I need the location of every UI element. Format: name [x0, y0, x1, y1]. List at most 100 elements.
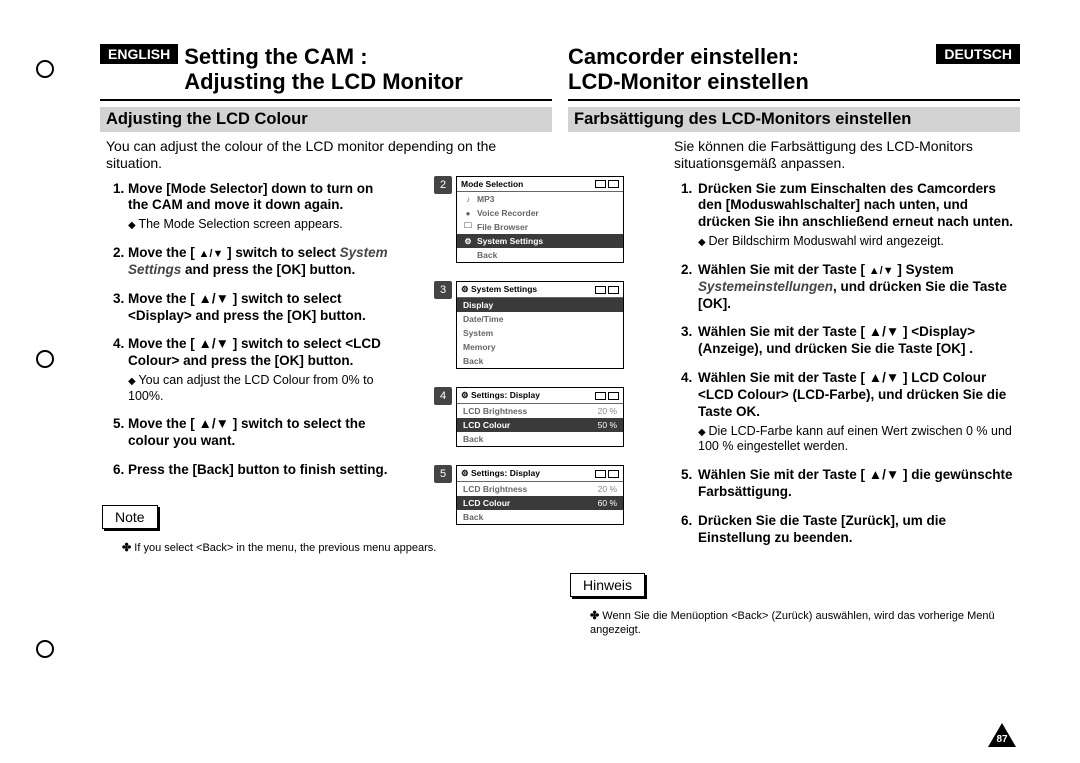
- page-number-badge: 87: [988, 723, 1016, 747]
- item-value: 20 %: [598, 406, 617, 416]
- menu-item: Memory: [457, 340, 623, 354]
- screen-title: Mode Selection: [461, 179, 523, 189]
- step-6-de: Drücken Sie die Taste [Zurück], um die E…: [696, 513, 1020, 547]
- item-value: 20 %: [598, 484, 617, 494]
- screenshot-2: 2Mode Selection♪MP3●Voice Recorder🗀File …: [456, 176, 624, 263]
- item-label: LCD Colour: [463, 498, 510, 508]
- manual-page: ENGLISH Setting the CAM : Adjusting the …: [0, 0, 1080, 763]
- item-label: Display: [463, 300, 493, 310]
- column-german: Camcorder einstellen: LCD-Monitor einste…: [560, 44, 1020, 637]
- step-5-de: Wählen Sie mit der Taste [ ▲/▼ ] die gew…: [696, 467, 1020, 501]
- menu-item: System: [457, 326, 623, 340]
- status-icons: [595, 470, 619, 478]
- menu-item: Back: [457, 248, 623, 262]
- lcd-screen: ⚙ Settings: DisplayLCD Brightness20 %LCD…: [456, 387, 624, 447]
- item-icon: 🗀: [463, 222, 473, 232]
- item-label: LCD Brightness: [463, 484, 527, 494]
- step-5: Move the [ ▲/▼ ] switch to select the co…: [128, 416, 392, 450]
- menu-item: Display: [457, 298, 623, 312]
- lcd-screen: Mode Selection ♪ MP3 ● Voice Recorder 🗀 File B…: [456, 176, 624, 263]
- item-label: Date/Time: [463, 314, 503, 324]
- step-3: Move the [ ▲/▼ ] switch to select <Displ…: [128, 291, 392, 325]
- screen-header: ⚙ System Settings: [457, 282, 623, 298]
- page-title-en: Setting the CAM : Adjusting the LCD Moni…: [184, 44, 463, 95]
- item-icon: [463, 250, 473, 260]
- item-icon: ⚙: [463, 236, 473, 246]
- step-4: Move the [ ▲/▼ ] switch to select <LCD C…: [128, 336, 392, 404]
- screenshot-number: 3: [434, 281, 452, 299]
- step-3-de: Wählen Sie mit der Taste [ ▲/▼ ] <Displa…: [696, 324, 1020, 358]
- lcd-screen: ⚙ Settings: DisplayLCD Brightness20 %LCD…: [456, 465, 624, 525]
- menu-item: LCD Brightness 20 %: [457, 482, 623, 496]
- item-label: MP3: [477, 194, 494, 204]
- battery-icon: [608, 392, 619, 400]
- lang-badge-deutsch: DEUTSCH: [936, 44, 1020, 64]
- item-label: File Browser: [477, 222, 528, 232]
- card-icon: [595, 286, 606, 294]
- step-6: Press the [Back] button to finish settin…: [128, 462, 392, 479]
- item-icon: ♪: [463, 194, 473, 204]
- divider: [100, 99, 552, 101]
- battery-icon: [608, 470, 619, 478]
- title-row-en: ENGLISH Setting the CAM : Adjusting the …: [100, 44, 552, 95]
- screen-title: ⚙ Settings: Display: [461, 390, 540, 401]
- item-label: Memory: [463, 342, 496, 352]
- menu-item: ⚙ System Settings: [457, 234, 623, 248]
- lcd-screen: ⚙ System Settings Display Date/Time System M…: [456, 281, 624, 369]
- card-icon: [595, 180, 606, 188]
- screen-header: Mode Selection: [457, 177, 623, 192]
- item-label: System: [463, 328, 493, 338]
- item-label: Back: [463, 434, 483, 444]
- step-1-de: Drücken Sie zum Einschalten des Camcorde…: [696, 181, 1020, 250]
- step-1: Move [Mode Selector] down to turn on the…: [128, 181, 392, 233]
- status-icons: [595, 392, 619, 400]
- item-value: 60 %: [598, 498, 617, 508]
- item-label: Back: [463, 356, 483, 366]
- item-value: 50 %: [598, 420, 617, 430]
- item-label: Back: [477, 250, 497, 260]
- section-heading-en: Adjusting the LCD Colour: [100, 107, 552, 132]
- screen-header: ⚙ Settings: Display: [457, 466, 623, 482]
- screenshot-number: 4: [434, 387, 452, 405]
- screen-title: ⚙ Settings: Display: [461, 468, 540, 479]
- menu-item: Back: [457, 510, 623, 524]
- lang-badge-english: ENGLISH: [100, 44, 178, 64]
- binder-hole: [36, 350, 54, 368]
- center-screenshots: 2Mode Selection♪MP3●Voice Recorder🗀File …: [456, 176, 624, 525]
- screenshot-4: 4⚙ Settings: DisplayLCD Brightness20 %LC…: [456, 387, 624, 447]
- battery-icon: [608, 286, 619, 294]
- menu-item: Back: [457, 432, 623, 446]
- note-label-de: Hinweis: [570, 573, 645, 597]
- note-label-en: Note: [102, 505, 158, 529]
- card-icon: [595, 470, 606, 478]
- menu-item: 🗀 File Browser: [457, 220, 623, 234]
- menu-item: LCD Brightness 20 %: [457, 404, 623, 418]
- status-icons: [595, 286, 619, 294]
- item-label: Voice Recorder: [477, 208, 539, 218]
- item-icon: ●: [463, 208, 473, 218]
- intro-text-en: You can adjust the colour of the LCD mon…: [106, 138, 546, 173]
- battery-icon: [608, 180, 619, 188]
- note-text-de: Wenn Sie die Menüoption <Back> (Zurück) …: [590, 609, 1020, 638]
- screenshot-number: 5: [434, 465, 452, 483]
- title-row-de: Camcorder einstellen: LCD-Monitor einste…: [568, 44, 1020, 95]
- screen-title: ⚙ System Settings: [461, 284, 537, 295]
- screenshot-3: 3⚙ System SettingsDisplayDate/TimeSystem…: [456, 281, 624, 369]
- steps-list-de: Drücken Sie zum Einschalten des Camcorde…: [596, 181, 1020, 547]
- binder-hole: [36, 640, 54, 658]
- item-label: LCD Brightness: [463, 406, 527, 416]
- card-icon: [595, 392, 606, 400]
- menu-item: ♪ MP3: [457, 192, 623, 206]
- item-label: System Settings: [477, 236, 543, 246]
- menu-item: Date/Time: [457, 312, 623, 326]
- item-label: Back: [463, 512, 483, 522]
- menu-item: Back: [457, 354, 623, 368]
- intro-text-de: Sie können die Farbsättigung des LCD-Mon…: [574, 138, 1014, 173]
- menu-item: LCD Colour 60 %: [457, 496, 623, 510]
- screenshot-5: 5⚙ Settings: DisplayLCD Brightness20 %LC…: [456, 465, 624, 525]
- status-icons: [595, 180, 619, 188]
- item-label: LCD Colour: [463, 420, 510, 430]
- menu-item: ● Voice Recorder: [457, 206, 623, 220]
- step-4-de: Wählen Sie mit der Taste [ ▲/▼ ] LCD Col…: [696, 370, 1020, 455]
- step-2: Move the [ ▲/▼ ] switch to select System…: [128, 245, 392, 279]
